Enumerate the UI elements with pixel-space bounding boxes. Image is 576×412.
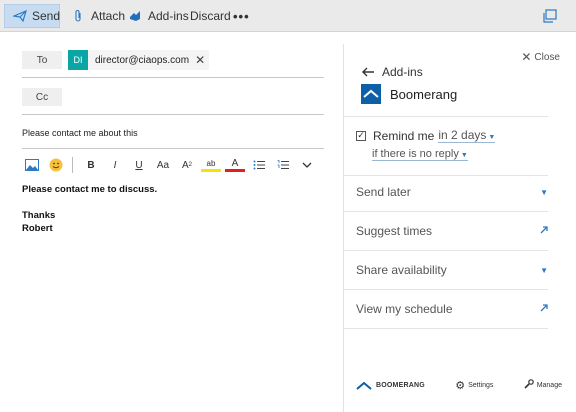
remind-me-section: ✓ Remind me in 2 days ▼ if there is no re… [356, 128, 496, 161]
footer-brand-label: BOOMERANG [376, 382, 425, 389]
back-arrow-icon [362, 64, 374, 80]
caret-down-icon: ▼ [540, 187, 548, 197]
manage-link[interactable]: Manage [524, 379, 562, 392]
panel-divider [344, 211, 548, 212]
external-link-icon [540, 226, 548, 236]
send-label: Send [32, 9, 61, 23]
remind-when-dropdown[interactable]: in 2 days ▼ [438, 128, 496, 143]
share-availability-label: Share availability [356, 263, 447, 277]
panel-footer: BOOMERANG ⚙ Settings Manage [356, 379, 562, 392]
to-divider [22, 77, 324, 78]
body-line: Robert [22, 223, 53, 234]
addins-label: Add-ins [148, 9, 189, 23]
emoji-icon[interactable] [46, 156, 66, 174]
addins-icon [127, 8, 143, 24]
panel-divider [344, 289, 548, 290]
to-label: To [36, 54, 48, 66]
close-button[interactable]: ✕ Close [521, 50, 560, 64]
back-label: Add-ins [382, 65, 423, 79]
body-line: Thanks [22, 210, 56, 221]
superscript-button[interactable]: A 2 [177, 156, 197, 174]
subject-field[interactable]: Please contact me about this [22, 128, 138, 138]
caret-down-icon: ▼ [460, 152, 468, 159]
panel-divider [344, 116, 548, 117]
close-label: Close [534, 51, 560, 63]
wrench-icon [524, 379, 534, 392]
font-size-button[interactable]: Aa [153, 156, 173, 174]
suggest-times-item[interactable]: Suggest times [356, 224, 548, 238]
to-button[interactable]: To [22, 51, 62, 69]
more-options-label: ••• [233, 8, 250, 24]
font-color-button[interactable]: A [225, 158, 245, 172]
paperclip-icon [70, 8, 86, 24]
settings-label: Settings [468, 382, 494, 389]
avatar-initials: DI [73, 55, 83, 65]
send-later-item[interactable]: Send later ▼ [356, 185, 548, 199]
attach-label: Attach [91, 9, 126, 23]
boomerang-mark-icon [356, 381, 372, 390]
chevron-down-icon[interactable] [297, 156, 317, 174]
command-toolbar: Send Attach Add-ins Discard ••• [0, 0, 576, 32]
remind-label: Remind me [373, 128, 435, 143]
addin-header: Boomerang [361, 84, 457, 104]
panel-divider [344, 175, 548, 176]
view-schedule-item[interactable]: View my schedule [356, 302, 548, 316]
format-separator [72, 157, 73, 173]
superscript-label: A [181, 159, 189, 171]
remind-when-value: in 2 days [438, 128, 487, 142]
more-options-button[interactable]: ••• [233, 4, 250, 28]
caret-down-icon: ▼ [540, 265, 548, 275]
formatting-toolbar: B I U Aa A 2 ab A [22, 156, 321, 174]
superscript-mark: 2 [188, 162, 192, 168]
recipient-chip[interactable]: DI director@ciaops.com ✕ [68, 50, 210, 70]
panel-divider [344, 250, 548, 251]
discard-button[interactable]: Discard [190, 4, 231, 28]
cc-label: Cc [35, 91, 49, 103]
italic-button[interactable]: I [105, 156, 125, 174]
cc-button[interactable]: Cc [22, 88, 62, 106]
addins-panel: ✕ Close Add-ins Boomerang ✓ Remind me in… [343, 44, 576, 412]
caret-down-icon: ▼ [488, 134, 496, 141]
share-availability-item[interactable]: Share availability ▼ [356, 263, 548, 277]
popout-icon[interactable] [542, 8, 558, 24]
insert-picture-icon[interactable] [22, 156, 42, 174]
settings-link[interactable]: ⚙ Settings [455, 379, 493, 392]
close-icon: ✕ [521, 50, 532, 64]
body-line [22, 196, 157, 209]
bold-button[interactable]: B [81, 156, 101, 174]
remind-condition-value: if there is no reply [372, 148, 459, 160]
remind-condition-dropdown[interactable]: if there is no reply ▼ [372, 148, 468, 161]
send-later-label: Send later [356, 185, 411, 199]
panel-divider [344, 328, 548, 329]
discard-label: Discard [190, 9, 231, 23]
bullet-list-icon[interactable] [249, 156, 269, 174]
numbered-list-icon[interactable] [273, 156, 293, 174]
cc-divider [22, 114, 324, 115]
suggest-times-label: Suggest times [356, 224, 433, 238]
highlight-button[interactable]: ab [201, 158, 221, 172]
external-link-icon [540, 304, 548, 314]
footer-brand: BOOMERANG [356, 381, 425, 390]
addins-button[interactable]: Add-ins [127, 4, 189, 28]
recipient-email: director@ciaops.com [95, 54, 190, 66]
boomerang-logo-icon [361, 84, 381, 104]
addin-title: Boomerang [390, 86, 458, 102]
manage-label: Manage [536, 382, 562, 389]
message-body[interactable]: Please contact me to discuss. Thanks Rob… [22, 183, 157, 235]
underline-button[interactable]: U [129, 156, 149, 174]
send-icon [13, 8, 27, 24]
remind-checkbox[interactable]: ✓ [356, 130, 366, 141]
avatar: DI [68, 50, 88, 70]
view-schedule-label: View my schedule [356, 302, 453, 316]
attach-button[interactable]: Attach [70, 4, 125, 28]
send-button[interactable]: Send [4, 4, 60, 28]
body-line: Please contact me to discuss. [22, 184, 158, 195]
back-to-addins[interactable]: Add-ins [362, 64, 423, 80]
gear-icon: ⚙ [455, 380, 466, 392]
subject-divider [22, 148, 324, 149]
remove-recipient-icon[interactable]: ✕ [195, 53, 205, 67]
